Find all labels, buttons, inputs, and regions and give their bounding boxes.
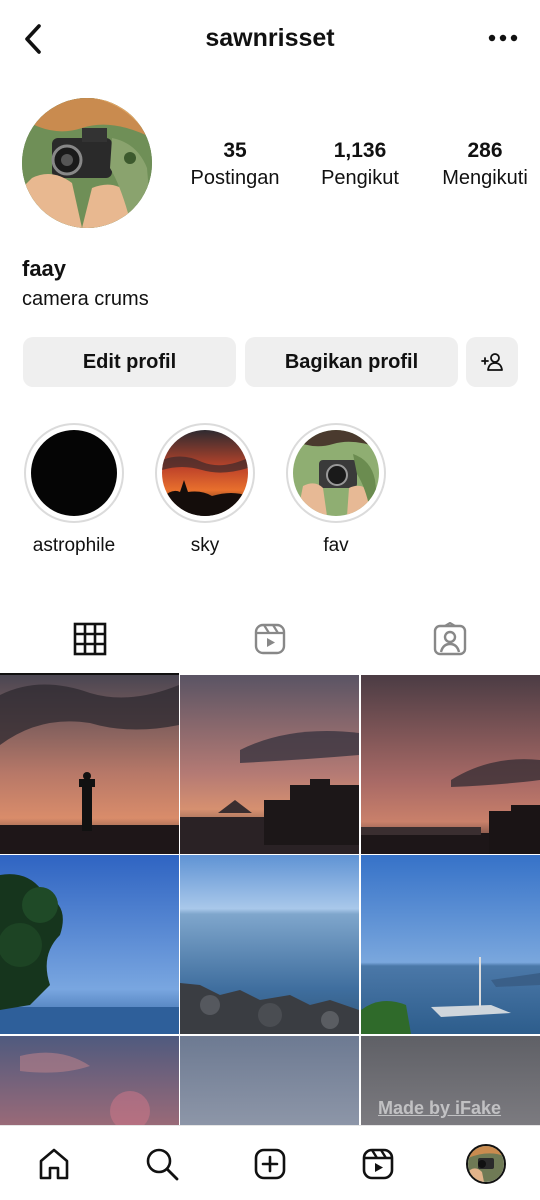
nav-create[interactable]	[250, 1144, 290, 1184]
post-thumbnail[interactable]	[0, 1036, 179, 1126]
tab-tagged[interactable]	[360, 604, 540, 674]
watermark-text: Made by iFake	[378, 1098, 502, 1118]
following-count-value: 286	[467, 139, 503, 162]
nav-search[interactable]	[142, 1144, 182, 1184]
posts-count-label: Postingan	[190, 167, 280, 189]
highlight-cover	[31, 430, 117, 516]
profile-display-name: faay	[22, 256, 67, 281]
profile-username: sawnrisset	[205, 24, 335, 52]
post-thumbnail[interactable]	[361, 855, 540, 1034]
highlight-ring	[24, 423, 124, 523]
home-icon	[39, 1148, 69, 1180]
edit-profile-button[interactable]: Edit profil	[23, 337, 236, 387]
highlight-ring	[286, 423, 386, 523]
followers-count-value: 1,136	[333, 139, 387, 162]
highlight-cover	[162, 430, 248, 516]
tagged-icon	[433, 622, 467, 656]
more-options-button[interactable]	[486, 26, 520, 50]
highlight-label: sky	[190, 535, 220, 556]
posts-count[interactable]: 35 Postingan	[190, 138, 280, 192]
profile-tabs	[0, 604, 540, 675]
post-thumbnail[interactable]	[0, 855, 179, 1034]
highlight-label: fav	[323, 535, 349, 556]
posts-count-value: 35	[223, 139, 247, 162]
following-count[interactable]: 286 Mengikuti	[440, 138, 530, 192]
more-horizontal-icon	[488, 34, 518, 42]
highlight-cover	[293, 430, 379, 516]
post-thumbnail[interactable]	[0, 675, 179, 854]
add-person-icon	[481, 353, 503, 371]
grid-icon	[73, 622, 107, 656]
highlight-sky[interactable]: sky	[154, 423, 256, 557]
post-thumbnail[interactable]	[180, 1036, 359, 1126]
nav-home[interactable]	[34, 1144, 74, 1184]
followers-count-label: Pengikut	[321, 167, 399, 189]
tab-reels[interactable]	[180, 604, 360, 674]
highlight-ring	[155, 423, 255, 523]
highlight-fav[interactable]: fav	[285, 423, 387, 557]
profile-avatar	[466, 1144, 506, 1184]
post-thumbnail[interactable]	[361, 675, 540, 854]
post-thumbnail[interactable]	[180, 675, 359, 854]
profile-stats: 35 Postingan 1,136 Pengikut 286 Mengikut…	[190, 138, 530, 192]
highlight-astrophile[interactable]: astrophile	[23, 423, 125, 557]
tab-posts-grid[interactable]	[0, 604, 180, 675]
discover-people-button[interactable]	[466, 337, 518, 387]
search-icon	[146, 1148, 179, 1181]
profile-avatar[interactable]	[22, 98, 152, 228]
followers-count[interactable]: 1,136 Pengikut	[315, 138, 405, 192]
nav-reels[interactable]	[358, 1144, 398, 1184]
top-header: sawnrisset	[0, 0, 540, 78]
following-count-label: Mengikuti	[442, 167, 528, 189]
create-icon	[254, 1148, 286, 1180]
profile-bio: camera crums	[22, 288, 149, 310]
reels-icon	[254, 623, 286, 655]
bottom-navigation	[0, 1125, 540, 1200]
highlight-label: astrophile	[32, 535, 116, 556]
nav-profile[interactable]	[466, 1144, 506, 1184]
reels-icon	[362, 1148, 394, 1180]
share-profile-button[interactable]: Bagikan profil	[245, 337, 458, 387]
post-thumbnail[interactable]	[180, 855, 359, 1034]
